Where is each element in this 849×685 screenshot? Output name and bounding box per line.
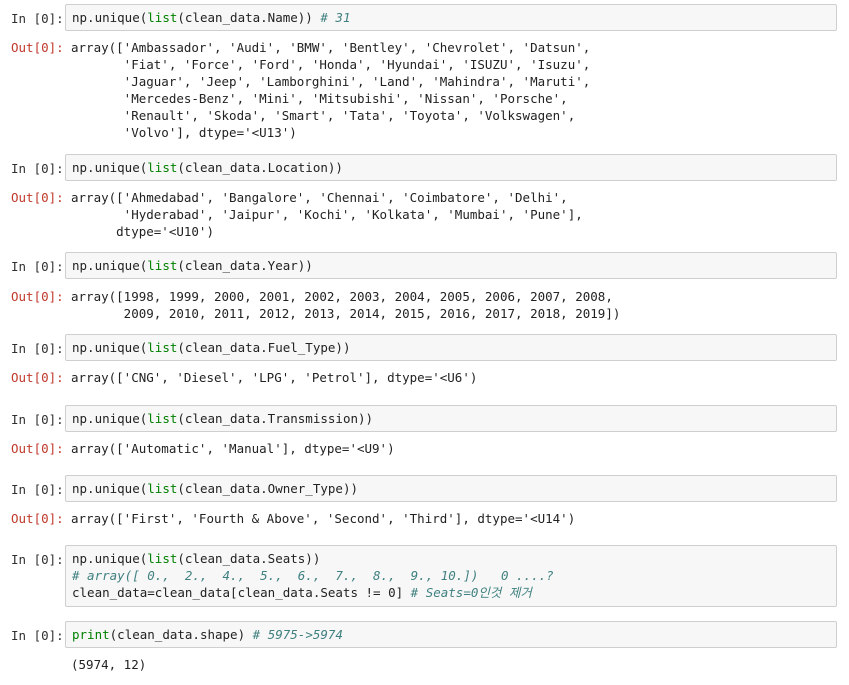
code-text: np.unique( <box>72 160 148 175</box>
input-prompt: In [0]: <box>11 628 64 643</box>
input-prompt: In [0]: <box>11 412 64 427</box>
cell-output: array(['Ahmedabad', 'Bangalore', 'Chenna… <box>71 190 583 239</box>
cell-output: array(['First', 'Fourth & Above', 'Secon… <box>71 511 576 526</box>
code-text: np.unique( <box>72 340 148 355</box>
cell-output: array(['CNG', 'Diesel', 'LPG', 'Petrol']… <box>71 370 478 385</box>
code-input[interactable]: np.unique(list(clean_data.Fuel_Type)) <box>65 334 837 361</box>
code-text: (clean_data.shape) <box>109 627 253 642</box>
code-text: (clean_data.Name)) <box>177 10 321 25</box>
code-comment: # 5975->5974 <box>252 627 343 642</box>
cell-output: array([1998, 1999, 2000, 2001, 2002, 200… <box>71 289 621 321</box>
code-comment: # array([ 0., 2., 4., 5., 6., 7., 8., 9.… <box>72 568 554 583</box>
code-text: np.unique( <box>72 258 148 273</box>
code-builtin: list <box>147 10 178 25</box>
code-text: (clean_data.Year)) <box>177 258 313 273</box>
code-builtin: list <box>147 481 178 496</box>
code-comment: # Seats=0인것 제거 <box>410 585 532 600</box>
code-input[interactable]: np.unique(list(clean_data.Location)) <box>65 154 837 181</box>
code-text: (clean_data.Location)) <box>177 160 343 175</box>
input-prompt: In [0]: <box>11 552 64 567</box>
output-prompt: Out[0]: <box>11 370 64 385</box>
code-text: np.unique( <box>72 411 148 426</box>
code-text: np.unique( <box>72 481 148 496</box>
code-text: (clean_data.Fuel_Type)) <box>177 340 351 355</box>
input-prompt: In [0]: <box>11 341 64 356</box>
output-prompt: Out[0]: <box>11 441 64 456</box>
output-prompt: Out[0]: <box>11 289 64 304</box>
input-prompt: In [0]: <box>11 11 64 26</box>
code-comment: # 31 <box>320 10 351 25</box>
code-text: (clean_data.Owner_Type)) <box>177 481 358 496</box>
code-line: # array([ 0., 2., 4., 5., 6., 7., 8., 9.… <box>72 567 830 584</box>
code-text: (clean_data.Seats)) <box>177 551 321 566</box>
code-input[interactable]: np.unique(list(clean_data.Transmission)) <box>65 405 837 432</box>
code-text: np.unique( <box>72 10 148 25</box>
code-line: np.unique(list(clean_data.Seats)) <box>72 550 830 567</box>
code-builtin: list <box>147 411 178 426</box>
code-input[interactable]: np.unique(list(clean_data.Owner_Type)) <box>65 475 837 502</box>
output-prompt: Out[0]: <box>11 40 64 55</box>
code-text: clean_data=clean_data[clean_data.Seats !… <box>72 585 411 600</box>
code-line: clean_data=clean_data[clean_data.Seats !… <box>72 584 830 601</box>
cell-output: array(['Ambassador', 'Audi', 'BMW', 'Ben… <box>71 40 591 140</box>
output-prompt: Out[0]: <box>11 511 64 526</box>
input-prompt: In [0]: <box>11 161 64 176</box>
input-prompt: In [0]: <box>11 482 64 497</box>
output-prompt: Out[0]: <box>11 190 64 205</box>
cell-output: array(['Automatic', 'Manual'], dtype='<U… <box>71 441 395 456</box>
code-builtin: list <box>147 258 178 273</box>
input-prompt: In [0]: <box>11 259 64 274</box>
code-builtin: list <box>147 340 178 355</box>
code-builtin: print <box>72 627 110 642</box>
code-text: np.unique( <box>72 551 148 566</box>
code-input[interactable]: np.unique(list(clean_data.Name)) # 31 <box>65 4 837 31</box>
cell-output: (5974, 12) <box>71 657 147 672</box>
code-input[interactable]: print(clean_data.shape) # 5975->5974 <box>65 621 837 648</box>
code-input[interactable]: np.unique(list(clean_data.Seats)) # array… <box>65 545 837 607</box>
code-input[interactable]: np.unique(list(clean_data.Year)) <box>65 252 837 279</box>
code-text: (clean_data.Transmission)) <box>177 411 374 426</box>
code-builtin: list <box>147 551 178 566</box>
code-builtin: list <box>147 160 178 175</box>
